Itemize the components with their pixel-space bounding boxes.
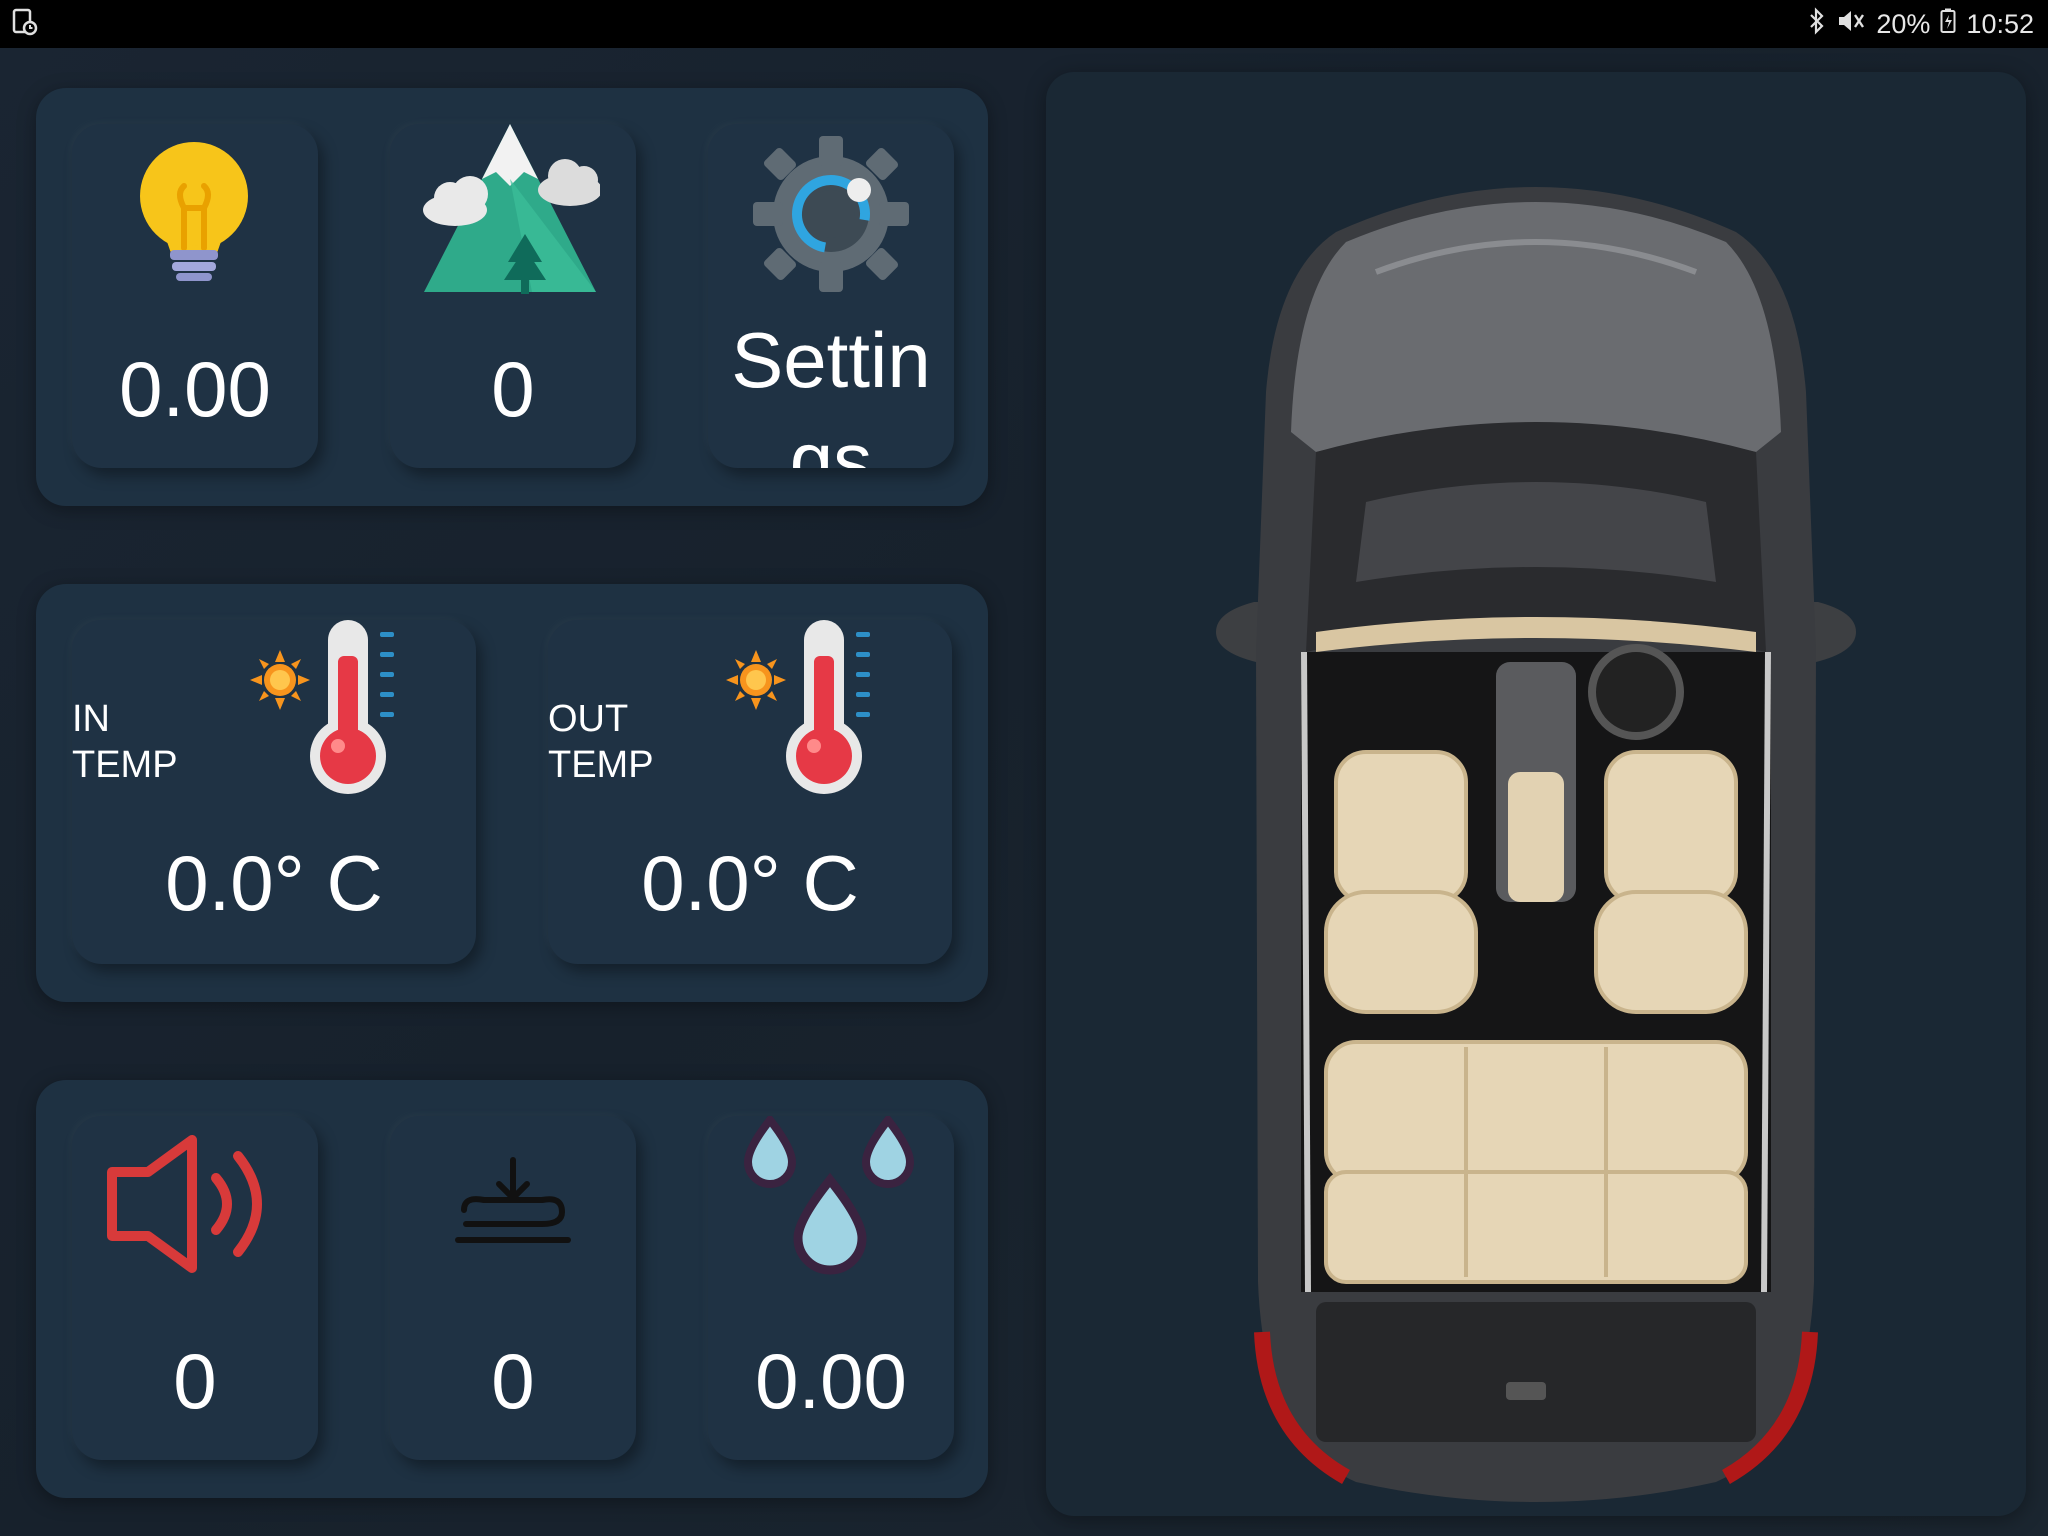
in-temp-tile[interactable]: IN TEMP 0.0° C [72, 620, 476, 964]
altitude-value: 0 [491, 345, 535, 433]
settings-tile[interactable]: Settin gs [708, 124, 954, 468]
humidity-tile[interactable]: 0.00 [708, 1116, 954, 1460]
sound-value: 0 [173, 1337, 217, 1425]
settings-label: Settin gs [731, 316, 931, 468]
thermometer-icon [784, 620, 884, 801]
pressure-icon [454, 1156, 572, 1261]
sun-icon [726, 650, 786, 715]
temperature-panel: IN TEMP 0.0° C OUT TEMP 0.0° C [36, 584, 988, 1002]
in-temp-label-text: IN TEMP [72, 698, 178, 786]
out-temp-label: OUT TEMP [548, 696, 654, 788]
gear-icon [753, 132, 909, 297]
out-temp-tile[interactable]: OUT TEMP 0.0° C [548, 620, 952, 964]
altitude-tile[interactable]: 0 [390, 124, 636, 468]
sound-tile[interactable]: 0 [72, 1116, 318, 1460]
bluetooth-icon [1808, 6, 1826, 42]
sun-icon [250, 650, 310, 715]
battery-charging-icon [1940, 8, 1956, 41]
top-panel: 0.00 0 Settin gs [36, 88, 988, 506]
out-temp-label-text: OUT TEMP [548, 698, 654, 786]
light-bulb-icon [134, 138, 254, 293]
speaker-icon [106, 1134, 286, 1279]
humidity-value: 0.00 [755, 1337, 907, 1425]
pressure-tile[interactable]: 0 [390, 1116, 636, 1460]
car-view-panel [1046, 72, 2026, 1516]
out-temp-value: 0.0° C [641, 839, 859, 927]
light-value: 0.00 [119, 345, 271, 433]
clock: 10:52 [1966, 8, 2034, 39]
in-temp-value: 0.0° C [165, 839, 383, 927]
pressure-value: 0 [491, 1337, 535, 1425]
mountain-icon [420, 124, 602, 305]
status-bar: 20% 10:52 [0, 0, 2048, 48]
in-temp-label: IN TEMP [72, 696, 178, 788]
battery-percent: 20% [1876, 8, 1931, 39]
screenshot-notification-icon [12, 8, 38, 41]
water-drops-icon [740, 1116, 920, 1291]
vibrate-mute-icon [1836, 7, 1866, 42]
car-top-view-image [1196, 132, 1876, 1517]
thermometer-icon [308, 620, 408, 801]
bottom-panel: 0 0 0.00 [36, 1080, 988, 1498]
light-tile[interactable]: 0.00 [72, 124, 318, 468]
